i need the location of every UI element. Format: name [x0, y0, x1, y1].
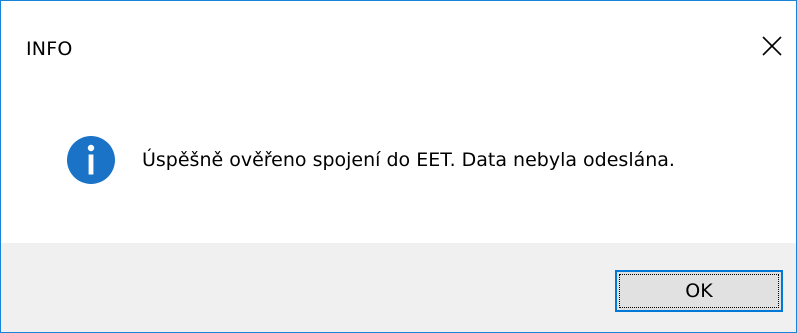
close-icon [762, 36, 782, 56]
dialog-content: Úspěšně ověřeno spojení do EET. Data neb… [1, 93, 796, 243]
title-bar: INFO [1, 1, 796, 93]
window-title: INFO [26, 38, 73, 60]
close-button[interactable] [749, 23, 795, 69]
ok-button-label: OK [619, 274, 779, 308]
info-icon [67, 136, 115, 184]
message-text: Úspěšně ověřeno spojení do EET. Data neb… [142, 149, 675, 171]
ok-button[interactable]: OK [615, 270, 783, 312]
button-bar: OK [1, 243, 796, 332]
info-dialog: INFO Úspěšně ověřeno spojení do EET. Dat… [0, 0, 797, 333]
